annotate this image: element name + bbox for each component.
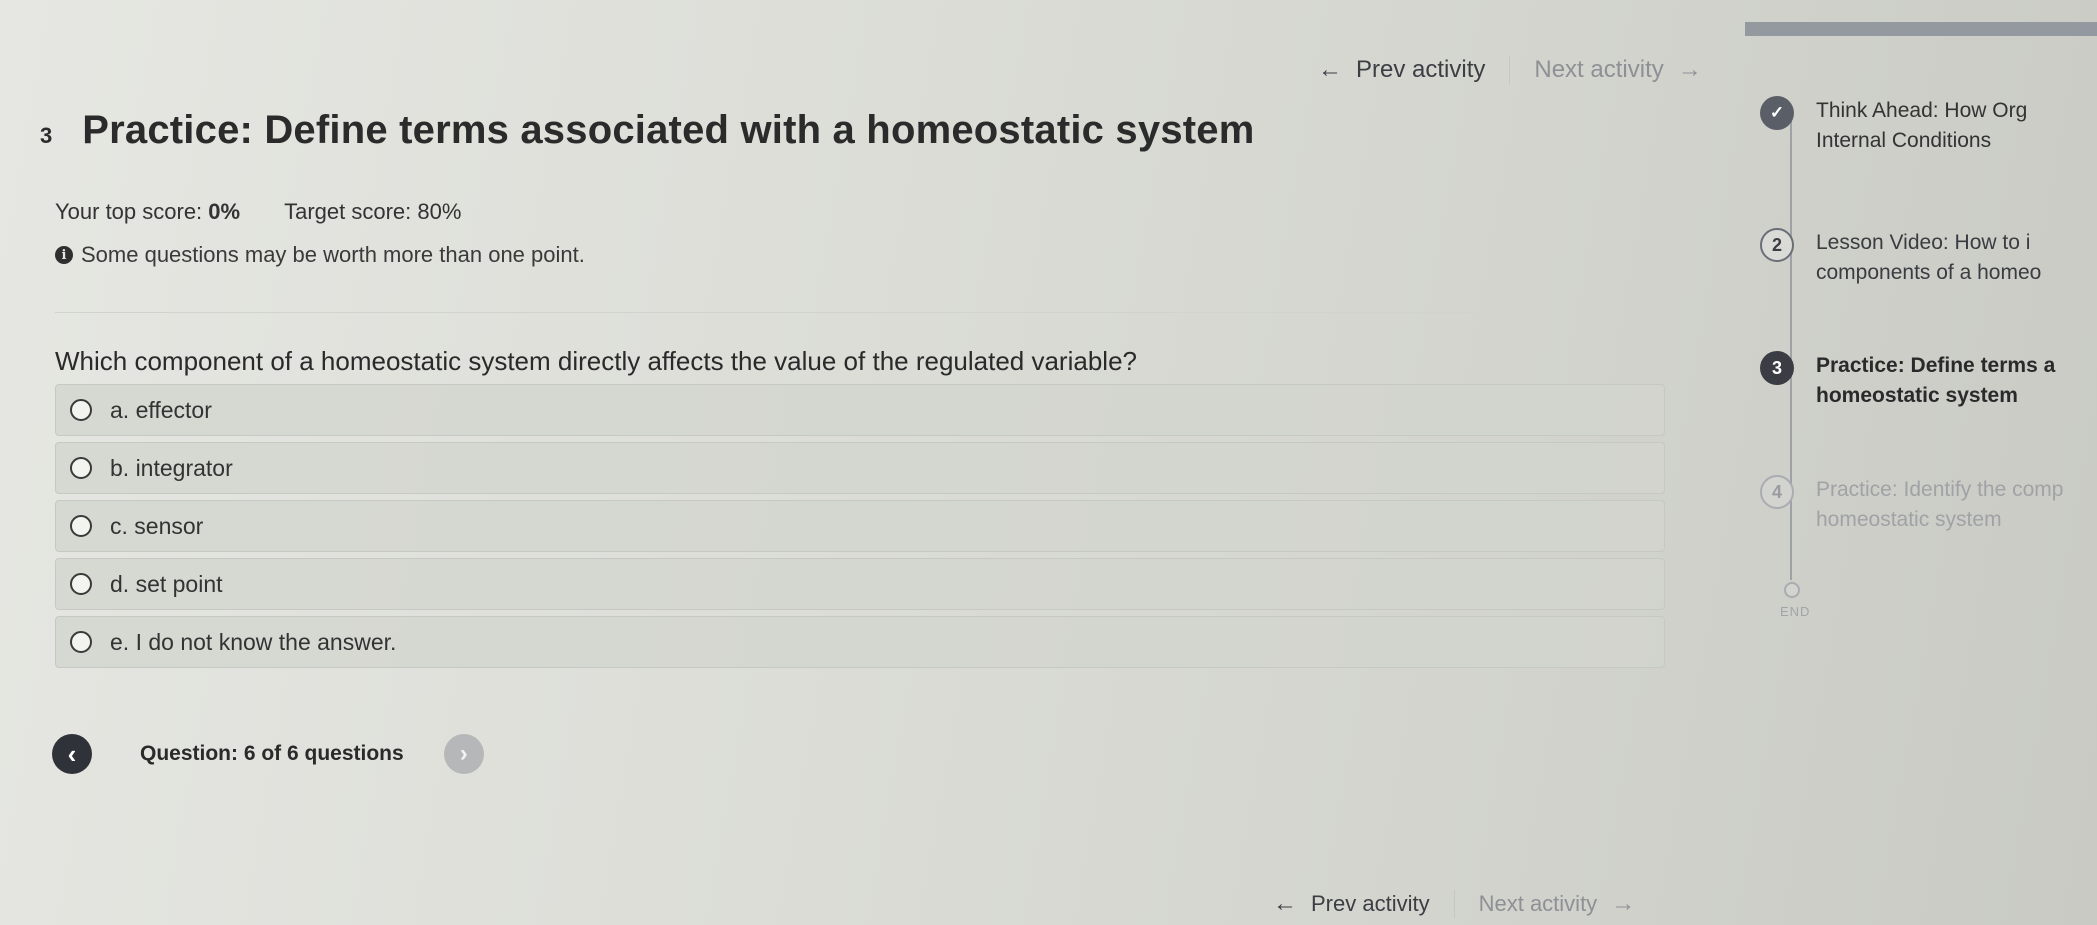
step-number: 4 — [1760, 475, 1794, 509]
arrow-left-icon: ← — [1273, 890, 1297, 917]
radio-button[interactable] — [70, 515, 92, 537]
sidebar-step-2[interactable]: 2 Lesson Video: How to i components of a… — [1760, 228, 2041, 288]
sidebar-step-title: Think Ahead: How Org — [1816, 99, 2028, 122]
radio-button[interactable] — [70, 631, 92, 653]
sidebar-step-3[interactable]: 3 Practice: Define terms a homeostatic s… — [1760, 351, 2055, 411]
radio-button[interactable] — [70, 399, 92, 421]
answer-option-label: a. effector — [110, 396, 212, 423]
activity-nav-top: ← Prev activity Next activity → — [1318, 56, 1702, 84]
answer-options: a. effector b. integrator c. sensor d. s… — [55, 384, 1665, 674]
arrow-left-icon: ← — [1318, 56, 1342, 83]
next-activity-link[interactable]: Next activity → — [1534, 56, 1701, 84]
question-prompt: Which component of a homeostatic system … — [55, 346, 1137, 376]
chevron-left-icon: ‹ — [67, 738, 77, 769]
prev-activity-label: Prev activity — [1311, 891, 1430, 916]
sidebar-step-1[interactable]: ✓ Think Ahead: How Org Internal Conditio… — [1760, 96, 2027, 156]
end-marker — [1784, 582, 1800, 598]
prev-activity-label: Prev activity — [1356, 56, 1486, 83]
sidebar-step-subtitle: homeostatic system — [1816, 508, 2002, 531]
top-score: Your top score: 0% — [55, 199, 240, 225]
question-navigation: ‹ Question: 6 of 6 questions › — [52, 734, 484, 774]
next-question-button[interactable]: › — [443, 734, 484, 774]
target-score: Target score: 80% — [284, 199, 461, 225]
sidebar-step-4[interactable]: 4 Practice: Identify the comp homeostati… — [1760, 475, 2063, 535]
next-activity-link[interactable]: Next activity → — [1479, 890, 1636, 918]
end-label: END — [1780, 604, 1811, 619]
next-activity-label: Next activity — [1534, 56, 1664, 83]
target-score-value: 80% — [417, 199, 462, 224]
answer-option-label: c. sensor — [110, 512, 204, 539]
prev-activity-link[interactable]: ← Prev activity — [1273, 890, 1430, 918]
sidebar-step-subtitle: components of a homeo — [1816, 261, 2042, 284]
sidebar-step-subtitle: Internal Conditions — [1816, 129, 1992, 152]
answer-option-d[interactable]: d. set point — [55, 558, 1665, 610]
sidebar-step-title: Practice: Identify the comp — [1816, 478, 2064, 501]
activity-number: 3 — [40, 123, 53, 148]
sidebar-end: END — [1780, 582, 1811, 619]
step-number: 2 — [1760, 228, 1794, 262]
answer-option-label: d. set point — [110, 570, 223, 597]
nav-divider — [1453, 890, 1455, 918]
arrow-right-icon: → — [1611, 890, 1636, 917]
score-summary: Your top score: 0% Target score: 80% — [55, 199, 461, 225]
target-score-label: Target score: — [284, 199, 412, 224]
answer-option-c[interactable]: c. sensor — [55, 500, 1665, 552]
activity-sidebar: ✓ Think Ahead: How Org Internal Conditio… — [1760, 0, 2097, 925]
answer-option-label: e. I do not know the answer. — [110, 628, 397, 655]
top-score-value: 0% — [208, 199, 241, 224]
radio-button[interactable] — [70, 573, 92, 595]
top-score-label: Your top score: — [55, 199, 203, 224]
check-icon: ✓ — [1760, 96, 1794, 130]
step-number: 3 — [1760, 351, 1794, 385]
arrow-right-icon: → — [1677, 56, 1702, 83]
sidebar-step-subtitle: homeostatic system — [1816, 384, 2018, 407]
previous-question-button[interactable]: ‹ — [52, 734, 92, 774]
next-activity-label: Next activity — [1478, 891, 1598, 916]
nav-divider — [1509, 56, 1511, 84]
answer-option-label: b. integrator — [110, 454, 233, 481]
answer-option-b[interactable]: b. integrator — [55, 442, 1665, 494]
answer-option-e[interactable]: e. I do not know the answer. — [55, 616, 1665, 668]
activity-title: 3 Practice: Define terms associated with… — [40, 108, 1255, 153]
radio-button[interactable] — [70, 457, 92, 479]
answer-option-a[interactable]: a. effector — [55, 384, 1665, 436]
question-progress: Question: 6 of 6 questions — [140, 742, 404, 765]
sidebar-step-title: Practice: Define terms a — [1816, 354, 2056, 377]
section-divider — [55, 312, 1675, 313]
points-note-text: Some questions may be worth more than on… — [81, 242, 585, 267]
prev-activity-link[interactable]: ← Prev activity — [1318, 56, 1485, 84]
chevron-right-icon: › — [459, 740, 468, 767]
points-note: i Some questions may be worth more than … — [55, 242, 585, 268]
info-icon: i — [55, 246, 73, 264]
sidebar-step-title: Lesson Video: How to i — [1816, 231, 2031, 254]
activity-nav-bottom: ← Prev activity Next activity → — [1273, 890, 1635, 918]
page-title: Practice: Define terms associated with a… — [82, 108, 1255, 152]
